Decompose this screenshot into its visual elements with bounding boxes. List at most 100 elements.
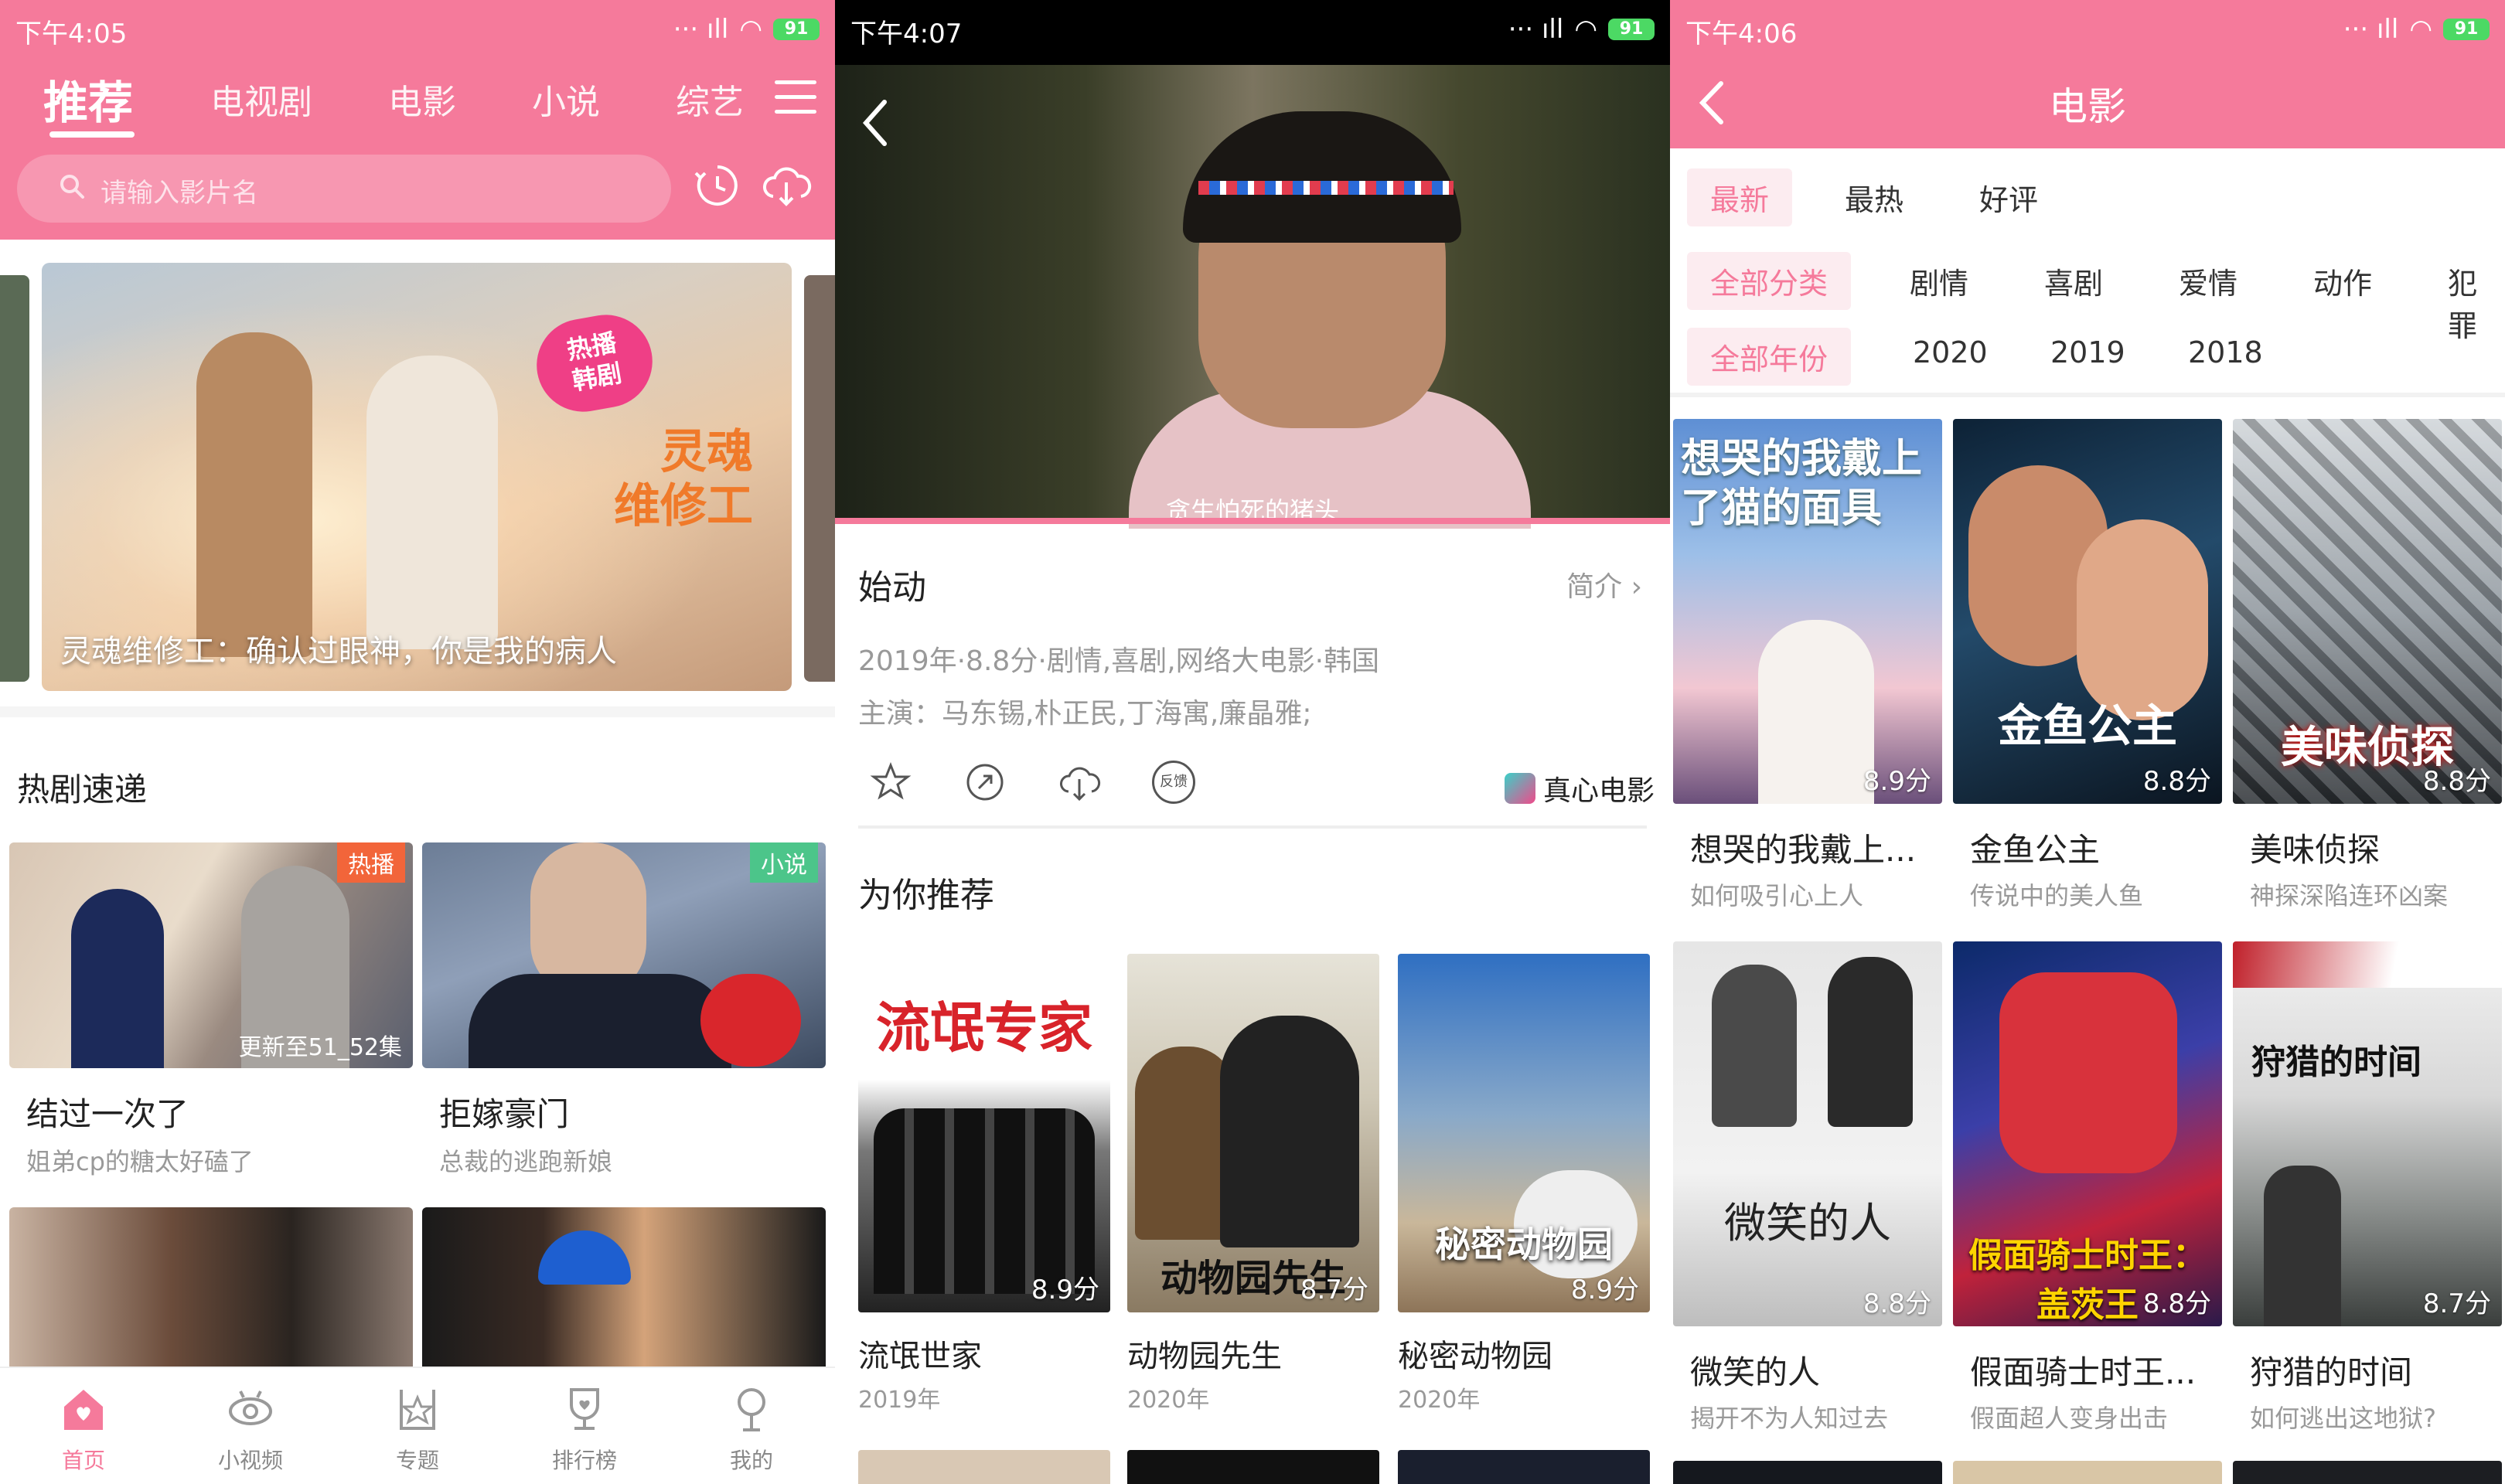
score-badge: 8.7分 xyxy=(1300,1275,1368,1305)
card-title[interactable]: 结过一次了 xyxy=(26,1088,189,1135)
movie-poster[interactable] xyxy=(1127,1450,1379,1484)
category-comedy[interactable]: 喜剧 xyxy=(2021,252,2126,310)
sort-latest[interactable]: 最新 xyxy=(1687,168,1793,226)
movie-title[interactable]: 金鱼公主 xyxy=(1970,824,2100,871)
section-title: 热剧速递 xyxy=(17,771,148,808)
nav-home[interactable]: 首页 xyxy=(14,1384,153,1475)
recommend-title: 为你推荐 xyxy=(858,876,994,915)
poster-art-title: 流氓专家 xyxy=(876,996,1092,1060)
movie-poster[interactable] xyxy=(2233,1461,2502,1484)
poster-title[interactable]: 动物园先生 xyxy=(1127,1331,1282,1376)
nav-rankings[interactable]: 排行榜 xyxy=(515,1384,654,1475)
year-all[interactable]: 全部年份 xyxy=(1687,328,1852,386)
nav-short-video[interactable]: 小视频 xyxy=(181,1384,320,1475)
movie-title[interactable]: 想哭的我戴上... xyxy=(1690,824,1916,871)
nav-label: 排行榜 xyxy=(551,1448,617,1473)
poster-year: 2020年 xyxy=(1127,1387,1210,1414)
star-badge-icon xyxy=(400,1390,435,1430)
divider xyxy=(858,825,1647,829)
nav-topics[interactable]: 专题 xyxy=(348,1384,487,1475)
video-progress[interactable] xyxy=(835,518,1670,524)
movie-poster[interactable]: 金鱼公主 8.8分 xyxy=(1953,419,2222,804)
home-screen: 下午4:05 ··· ıll ◠ 91 推荐 电视剧 电影 小说 综艺 请输入影… xyxy=(0,0,835,1484)
sort-hot[interactable]: 最热 xyxy=(1822,168,1927,226)
category-all[interactable]: 全部分类 xyxy=(1687,252,1852,310)
chevron-right-icon: › xyxy=(1631,571,1642,603)
score-badge: 8.8分 xyxy=(2142,766,2211,797)
movie-title[interactable]: 美味侦探 xyxy=(2250,824,2380,871)
movie-title[interactable]: 假面骑士时王... xyxy=(1970,1346,2196,1394)
share-icon[interactable] xyxy=(963,761,1007,804)
tab-recommend[interactable]: 推荐 xyxy=(43,66,133,131)
sort-rating[interactable]: 好评 xyxy=(1956,168,2061,226)
download-icon[interactable] xyxy=(1058,761,1101,804)
score-badge: 8.9分 xyxy=(1031,1275,1099,1305)
signal-icon: ··· ıll xyxy=(2343,14,2399,45)
banner-prev-peek xyxy=(0,275,29,682)
movie-poster[interactable]: 想哭的我戴上了猫的面具 8.9分 xyxy=(1673,419,1942,804)
movie-poster[interactable]: 美味侦探 8.8分 xyxy=(2233,419,2502,804)
history-icon[interactable] xyxy=(693,161,742,210)
poster-art-title: 秘密动物园 xyxy=(1435,1224,1613,1265)
active-tab-indicator xyxy=(49,131,135,138)
movie-poster[interactable] xyxy=(1398,1450,1650,1484)
video-player[interactable]: 贪生怕死的猪头 xyxy=(835,65,1670,529)
movie-poster[interactable]: 微笑的人 8.8分 xyxy=(1673,941,1942,1326)
brand-label: 真心电影 xyxy=(1504,768,1655,808)
category-crime[interactable]: 犯罪 xyxy=(2425,252,2505,352)
drama-card[interactable] xyxy=(422,1207,826,1377)
card-subtitle: 总裁的逃跑新娘 xyxy=(439,1147,613,1176)
movie-poster[interactable]: 动物园先生 8.7分 xyxy=(1127,954,1379,1312)
movie-title[interactable]: 微笑的人 xyxy=(1690,1346,1820,1394)
movie-poster[interactable]: 秘密动物园 8.9分 xyxy=(1398,954,1650,1312)
star-icon[interactable] xyxy=(869,761,912,804)
episode-update: 更新至51_52集 xyxy=(238,1034,402,1061)
tab-tv-series[interactable]: 电视剧 xyxy=(210,74,312,124)
movie-poster[interactable]: 假面骑士时王：盖茨王 8.8分 xyxy=(1953,941,2222,1326)
poster-art-title: 微笑的人 xyxy=(1724,1199,1891,1247)
drama-card[interactable]: 小说 xyxy=(422,842,826,1068)
tab-movies[interactable]: 电影 xyxy=(388,74,456,124)
movie-poster[interactable] xyxy=(1953,1461,2222,1484)
tab-novels[interactable]: 小说 xyxy=(532,74,600,124)
battery-icon: 91 xyxy=(1608,19,1655,40)
back-icon[interactable] xyxy=(860,96,891,150)
category-action[interactable]: 动作 xyxy=(2290,252,2395,310)
card-title[interactable]: 拒嫁豪门 xyxy=(439,1088,569,1135)
intro-link[interactable]: 简介 › xyxy=(1566,564,1642,604)
drama-card[interactable]: 热播 更新至51_52集 xyxy=(9,842,413,1068)
movie-subtitle: 揭开不为人知过去 xyxy=(1690,1404,1889,1433)
search-placeholder: 请输入影片名 xyxy=(101,178,258,209)
nav-profile[interactable]: 我的 xyxy=(682,1384,821,1475)
movie-title[interactable]: 狩猎的时间 xyxy=(2250,1346,2412,1394)
year-2018[interactable]: 2018 xyxy=(2165,328,2286,377)
movie-poster[interactable] xyxy=(1673,1461,1942,1484)
status-bar: 下午4:05 ··· ıll ◠ 91 xyxy=(0,0,835,59)
movie-poster[interactable]: 流氓专家 8.9分 xyxy=(858,954,1110,1312)
movie-poster[interactable] xyxy=(858,1450,1110,1484)
year-2019[interactable]: 2019 xyxy=(2027,328,2149,377)
drama-card[interactable] xyxy=(9,1207,413,1377)
menu-icon[interactable] xyxy=(775,80,816,116)
category-romance[interactable]: 爱情 xyxy=(2156,252,2261,310)
battery-icon: 91 xyxy=(2443,19,2490,40)
score-badge: 8.8分 xyxy=(1863,1288,1931,1319)
score-badge: 8.9分 xyxy=(1863,766,1931,797)
score-badge: 8.7分 xyxy=(2422,1288,2491,1319)
feedback-icon[interactable]: 反馈 xyxy=(1152,761,1195,804)
tab-variety[interactable]: 综艺 xyxy=(676,74,744,124)
year-2020[interactable]: 2020 xyxy=(1890,328,2011,377)
wifi-icon: ◠ xyxy=(2409,14,2432,45)
status-bar: 下午4:06 ··· ıll ◠ 91 xyxy=(1670,0,2505,59)
search-bar[interactable]: 请输入影片名 xyxy=(17,155,671,223)
poster-title[interactable]: 秘密动物园 xyxy=(1398,1331,1552,1376)
person-icon xyxy=(738,1388,765,1431)
category-drama[interactable]: 剧情 xyxy=(1886,252,1992,310)
cloud-download-icon[interactable] xyxy=(761,161,812,210)
featured-banner[interactable]: 热播 韩剧 灵魂 维修工 灵魂维修工：确认过眼神，你是我的病人 xyxy=(42,263,792,691)
eye-icon xyxy=(229,1390,272,1425)
status-time: 下午4:07 xyxy=(850,19,963,49)
movie-poster[interactable]: 狩猎的时间 8.7分 xyxy=(2233,941,2502,1326)
poster-title[interactable]: 流氓世家 xyxy=(858,1331,982,1376)
card-subtitle: 姐弟cp的糖太好磕了 xyxy=(26,1147,254,1176)
